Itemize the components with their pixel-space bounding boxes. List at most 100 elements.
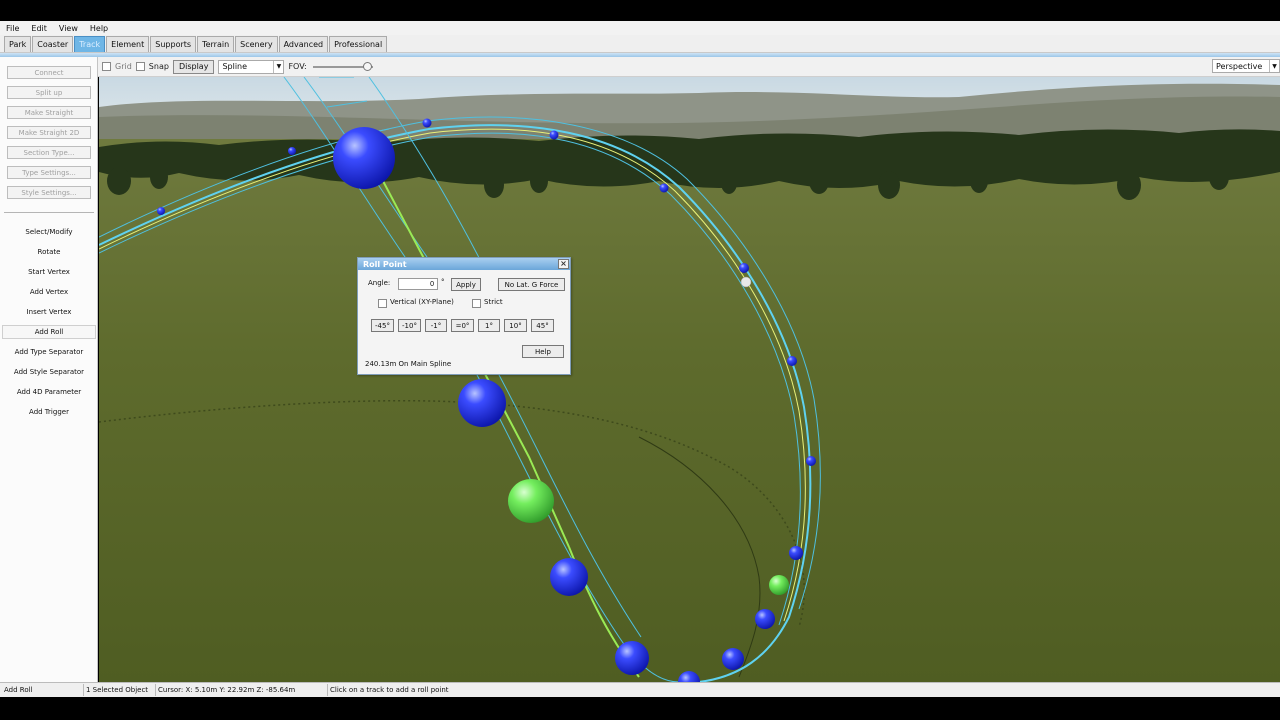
angle-input[interactable] (398, 278, 438, 290)
display-button[interactable]: Display (172, 59, 215, 74)
menu-edit[interactable]: Edit (31, 24, 47, 33)
status-divider (327, 684, 328, 696)
tool-sidebar: Connect Split up Make Straight Make Stra… (0, 57, 98, 682)
angle-plus-45-button[interactable]: 45° (531, 319, 554, 332)
tool-add-style-separator[interactable]: Add Style Separator (2, 365, 96, 379)
vertex-point[interactable] (549, 130, 559, 140)
type-settings-button[interactable]: Type Settings... (7, 166, 91, 179)
control-handle-sphere[interactable] (458, 379, 506, 427)
vertex-point[interactable] (157, 207, 165, 215)
grid-checkbox[interactable] (102, 62, 111, 71)
tab-advanced[interactable]: Advanced (278, 36, 329, 52)
status-mode: Add Roll (4, 686, 33, 694)
tab-track[interactable]: Track (74, 36, 106, 52)
make-straight-2d-button[interactable]: Make Straight 2D (7, 126, 91, 139)
vertex-point[interactable] (288, 147, 296, 155)
sidebar-divider (4, 212, 94, 213)
status-hint: Click on a track to add a roll point (330, 686, 449, 694)
degree-symbol: ° (441, 278, 445, 286)
grid-label: Grid (115, 62, 132, 71)
vertex-point[interactable] (722, 648, 744, 670)
fov-label: FOV: (288, 62, 307, 71)
vertex-point[interactable] (787, 356, 797, 366)
tool-add-4d-parameter[interactable]: Add 4D Parameter (2, 385, 96, 399)
view-select[interactable]: Perspective ▼ (1212, 59, 1280, 73)
tool-add-trigger[interactable]: Add Trigger (2, 405, 96, 419)
snap-label: Snap (148, 62, 169, 71)
angle-minus-45-button[interactable]: -45° (371, 319, 394, 332)
grass-ground (99, 139, 1280, 682)
status-bar: Add Roll 1 Selected Object Cursor: X: 5.… (0, 682, 1280, 697)
selected-vertex-point[interactable] (740, 276, 752, 288)
vertical-label: Vertical (XY-Plane) (390, 298, 454, 306)
vertex-point[interactable] (755, 609, 775, 629)
angle-label: Angle: (368, 279, 391, 287)
snap-checkbox[interactable] (135, 62, 145, 71)
chevron-down-icon: ▼ (1269, 60, 1279, 72)
tab-professional[interactable]: Professional (329, 36, 388, 52)
tab-coaster[interactable]: Coaster (32, 36, 74, 52)
roll-point-marker[interactable] (508, 479, 554, 523)
section-type-button[interactable]: Section Type... (7, 146, 91, 159)
menu-bar: File Edit View Help (0, 21, 1280, 35)
view-select-value: Perspective (1216, 61, 1263, 71)
roll-point-marker[interactable] (769, 575, 789, 595)
tab-element[interactable]: Element (106, 36, 150, 52)
letterbox-bottom (0, 697, 1280, 720)
chevron-down-icon: ▼ (273, 60, 283, 73)
roll-point-dialog: Roll Point × Angle: ° Apply No Lat. G Fo… (357, 257, 571, 375)
tab-terrain[interactable]: Terrain (197, 36, 235, 52)
vertex-point[interactable] (789, 546, 803, 560)
fov-slider-thumb[interactable] (362, 61, 372, 71)
menu-view[interactable]: View (59, 24, 78, 33)
angle-minus-1-button[interactable]: -1° (425, 319, 447, 332)
tool-start-vertex[interactable]: Start Vertex (2, 265, 96, 279)
close-icon[interactable]: × (558, 259, 569, 269)
no-lat-g-force-button[interactable]: No Lat. G Force (498, 278, 565, 291)
control-handle-sphere[interactable] (333, 127, 395, 189)
tab-scenery[interactable]: Scenery (235, 36, 278, 52)
strict-checkbox[interactable] (472, 299, 481, 308)
tool-add-type-separator[interactable]: Add Type Separator (2, 345, 96, 359)
angle-plus-1-button[interactable]: 1° (478, 319, 500, 332)
status-cursor: Cursor: X: 5.10m Y: 22.92m Z: -85.64m (158, 686, 296, 694)
apply-button[interactable]: Apply (451, 278, 481, 291)
tool-rotate[interactable]: Rotate (2, 245, 96, 259)
tool-add-vertex[interactable]: Add Vertex (2, 285, 96, 299)
tool-add-roll[interactable]: Add Roll (2, 325, 96, 339)
fov-slider[interactable] (312, 61, 373, 71)
tab-supports[interactable]: Supports (150, 36, 197, 52)
vertex-point[interactable] (659, 183, 669, 193)
vertex-point[interactable] (739, 263, 749, 273)
letterbox-top (0, 0, 1280, 21)
menu-file[interactable]: File (6, 24, 19, 33)
viewport-toolbar: Grid Snap Display Spline ▼ FOV: Perspect… (98, 57, 1280, 77)
scene-canvas[interactable] (99, 77, 1280, 682)
control-handle-sphere[interactable] (615, 641, 649, 675)
dialog-titlebar[interactable]: Roll Point × (358, 258, 570, 270)
menu-help[interactable]: Help (90, 24, 108, 33)
tab-bar: Park Coaster Track Element Supports Terr… (0, 35, 1280, 53)
style-settings-button[interactable]: Style Settings... (7, 186, 91, 199)
status-selection: 1 Selected Object (86, 686, 149, 694)
angle-minus-10-button[interactable]: -10° (398, 319, 421, 332)
strict-label: Strict (484, 298, 503, 306)
make-straight-button[interactable]: Make Straight (7, 106, 91, 119)
split-up-button[interactable]: Split up (7, 86, 91, 99)
vertical-checkbox[interactable] (378, 299, 387, 308)
spline-position-text: 240.13m On Main Spline (365, 360, 452, 368)
vertex-point[interactable] (806, 456, 816, 466)
control-handle-sphere[interactable] (550, 558, 588, 596)
angle-plus-10-button[interactable]: 10° (504, 319, 527, 332)
angle-zero-button[interactable]: =0° (451, 319, 474, 332)
status-divider (155, 684, 156, 696)
3d-viewport[interactable] (99, 77, 1280, 682)
help-button[interactable]: Help (522, 345, 564, 358)
mode-select-value: Spline (222, 62, 248, 71)
connect-button[interactable]: Connect (7, 66, 91, 79)
tool-select-modify[interactable]: Select/Modify (2, 225, 96, 239)
tab-park[interactable]: Park (4, 36, 32, 52)
vertex-point[interactable] (422, 118, 432, 128)
tool-insert-vertex[interactable]: Insert Vertex (2, 305, 96, 319)
mode-select[interactable]: Spline ▼ (218, 59, 285, 74)
